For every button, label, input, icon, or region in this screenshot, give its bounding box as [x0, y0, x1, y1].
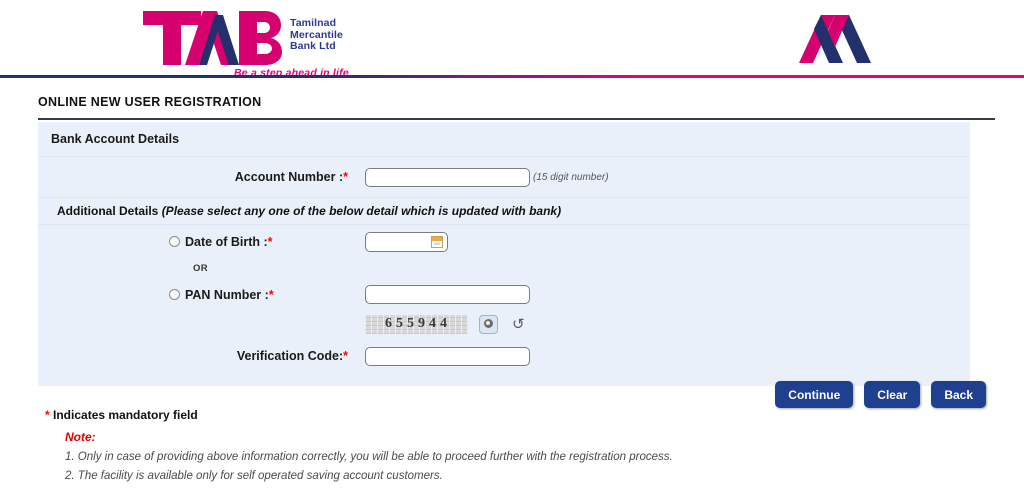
required-star: *: [45, 408, 50, 422]
title-divider: [38, 118, 995, 120]
account-number-label: Account Number :*: [38, 170, 358, 184]
date-of-birth-row: Date of Birth :*: [38, 225, 970, 258]
mandatory-field-text: Indicates mandatory field: [53, 408, 198, 422]
note-title: Note:: [65, 430, 96, 444]
bank-account-details-panel: Bank Account Details Account Number :* (…: [38, 122, 970, 386]
captcha-digit: 4: [429, 316, 437, 331]
captcha-digit: 6: [385, 316, 393, 331]
captcha-image: 6 5 5 9 4 4: [365, 314, 468, 334]
continue-button[interactable]: Continue: [775, 381, 854, 408]
note-text: Only in case of providing above informat…: [77, 451, 673, 463]
verification-code-label: Verification Code:*: [38, 349, 358, 363]
calendar-icon[interactable]: [431, 235, 443, 248]
pan-number-row: PAN Number :*: [38, 279, 970, 310]
logo-word-line-3: Bank Ltd: [290, 40, 336, 52]
pan-number-option[interactable]: PAN Number :*: [38, 288, 358, 302]
required-star: *: [343, 349, 348, 363]
tmb-logo: Tamilnad Mercantile Bank Ltd Be a step a…: [141, 9, 349, 79]
refresh-icon[interactable]: ↺: [512, 317, 526, 332]
pan-number-label: PAN Number :*: [185, 288, 274, 302]
header-accent-rule: [0, 75, 1024, 78]
required-star: *: [268, 287, 274, 302]
captcha-digit: 9: [418, 316, 426, 331]
date-of-birth-label: Date of Birth :*: [185, 235, 273, 249]
footer-notes: * Indicates mandatory field Note: 1. Onl…: [45, 408, 985, 482]
or-separator-row: OR: [38, 258, 970, 279]
date-of-birth-option[interactable]: Date of Birth :*: [38, 235, 358, 249]
pan-number-input[interactable]: [365, 285, 530, 304]
verification-code-input[interactable]: [365, 346, 530, 366]
additional-details-note: (Please select any one of the below deta…: [161, 204, 562, 218]
account-number-input[interactable]: [365, 167, 530, 187]
verification-code-row: Verification Code:*: [38, 338, 970, 374]
note-number: 1.: [65, 451, 75, 463]
pan-number-radio[interactable]: [169, 289, 180, 300]
page-header: Tamilnad Mercantile Bank Ltd Be a step a…: [0, 0, 1024, 79]
required-star: *: [343, 170, 348, 184]
form-actions: Continue Clear Back: [38, 381, 986, 408]
account-number-hint: (15 digit number): [533, 171, 609, 183]
required-star: *: [267, 234, 273, 249]
back-button[interactable]: Back: [931, 381, 986, 408]
or-separator: OR: [193, 263, 209, 274]
section-title: Bank Account Details: [38, 122, 970, 157]
note-item: 1. Only in case of providing above infor…: [65, 451, 985, 463]
clear-button[interactable]: Clear: [864, 381, 921, 408]
note-item: 2. The facility is available only for se…: [65, 470, 985, 482]
page-title: ONLINE NEW USER REGISTRATION: [38, 95, 262, 109]
pan-number-field-col: [358, 285, 530, 304]
date-of-birth-field-col: [358, 231, 448, 252]
account-number-field-col: (15 digit number): [358, 167, 609, 187]
note-number: 2.: [65, 470, 75, 482]
tmb-logo-mark: [141, 9, 283, 72]
date-of-birth-radio[interactable]: [169, 236, 180, 247]
additional-details-banner: Additional Details (Please select any on…: [38, 198, 970, 225]
date-of-birth-field-wrap: [365, 231, 448, 252]
captcha-digit: 5: [396, 316, 404, 331]
date-of-birth-label-text: Date of Birth :: [185, 234, 268, 249]
additional-details-label: Additional Details: [57, 204, 159, 218]
captcha-digit: 5: [407, 316, 415, 331]
audio-speaker-icon[interactable]: [479, 314, 498, 334]
pan-number-label-text: PAN Number :: [185, 287, 269, 302]
logo-word-line-1: Tamilnad: [290, 17, 337, 29]
note-text: The facility is available only for self …: [77, 470, 443, 482]
account-number-row: Account Number :* (15 digit number): [38, 157, 970, 198]
captcha-row: 6 5 5 9 4 4 ↺: [38, 310, 970, 338]
account-number-label-text: Account Number :: [234, 170, 344, 184]
captcha-digit: 4: [440, 316, 448, 331]
m-monogram-logo: [795, 13, 875, 70]
verification-code-field-col: [358, 346, 530, 366]
verification-code-label-text: Verification Code:: [236, 349, 344, 363]
mandatory-field-note: * Indicates mandatory field: [45, 408, 985, 422]
tmb-logo-wordmark: Tamilnad Mercantile Bank Ltd: [290, 17, 343, 53]
